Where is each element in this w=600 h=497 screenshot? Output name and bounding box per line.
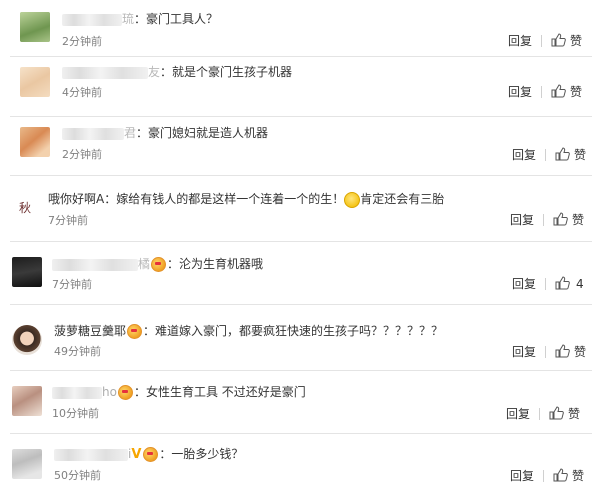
divider: [541, 86, 542, 98]
member-badge-icon: [151, 257, 167, 272]
username-tail[interactable]: i: [128, 447, 131, 461]
comment-item: 橘 ：沦为生育机器哦 7分钟前 回复 4: [0, 242, 600, 302]
member-badge-icon: [117, 385, 133, 400]
comment-text: ：女性生育工具 不过还好是豪门: [133, 385, 306, 399]
comment-text-continued: 肯定还会有三胎: [360, 192, 445, 206]
like-button[interactable]: 赞: [572, 212, 584, 228]
comment-item: iV ：一胎多少钱？ 50分钟前 回复 赞: [0, 434, 600, 497]
thumbs-up-icon[interactable]: [551, 33, 566, 47]
thumbs-up-icon[interactable]: [555, 276, 570, 290]
avatar[interactable]: [20, 67, 50, 97]
like-button[interactable]: 赞: [568, 406, 580, 422]
thumbs-up-icon[interactable]: [555, 344, 570, 358]
avatar[interactable]: [12, 449, 42, 479]
avatar-text: 秋: [18, 200, 31, 215]
blurred-username[interactable]: [62, 13, 122, 26]
comment-text: ：沦为生育机器哦: [167, 257, 264, 271]
comment-line: 菠萝糖豆羹耶 ：难道嫁入豪门，都要疯狂快速的生孩子吗？？？？？？: [54, 323, 443, 339]
comment-text: ：豪门工具人？: [134, 12, 219, 26]
thumbs-up-icon[interactable]: [553, 212, 568, 226]
username[interactable]: 菠萝糖豆羹耶: [54, 324, 126, 338]
reply-button[interactable]: 回复: [506, 406, 530, 422]
comment-line: iV ：一胎多少钱？: [54, 446, 243, 463]
member-badge-icon: [127, 324, 143, 339]
avatar[interactable]: 秋: [10, 192, 40, 222]
timestamp: 7分钟前: [52, 278, 92, 291]
timestamp: 49分钟前: [54, 345, 101, 358]
comment-item: 友：就是个豪门生孩子机器 4分钟前 回复 赞: [0, 57, 600, 116]
timestamp: 2分钟前: [62, 35, 102, 48]
sweat-smile-emoji-icon: [344, 191, 361, 208]
username-tail[interactable]: ho: [102, 385, 117, 399]
timestamp: 4分钟前: [62, 86, 102, 99]
username-tail[interactable]: 友: [148, 65, 160, 79]
reply-button[interactable]: 回复: [512, 147, 536, 163]
username-tail[interactable]: 橘: [138, 257, 150, 271]
avatar[interactable]: [12, 325, 42, 355]
comment-text: ：豪门媳妇就是造人机器: [136, 126, 269, 140]
reply-button[interactable]: 回复: [510, 468, 534, 484]
comment-text: ：一胎多少钱？: [159, 447, 244, 461]
blurred-username[interactable]: [62, 66, 148, 79]
thumbs-up-icon[interactable]: [553, 468, 568, 482]
comment-line: 橘 ：沦为生育机器哦: [52, 256, 263, 272]
comment-text: ：嫁给有钱人的都是这样一个连着一个的生！: [104, 192, 345, 206]
reply-button[interactable]: 回复: [508, 33, 532, 49]
like-button[interactable]: 赞: [574, 344, 586, 360]
divider: [545, 346, 546, 358]
divider: [543, 470, 544, 482]
comment-item: 琉：豪门工具人？ 2分钟前 回复 赞: [0, 0, 600, 56]
timestamp: 50分钟前: [54, 469, 101, 482]
comment-line: 君：豪门媳妇就是造人机器: [62, 125, 268, 141]
vip-v-icon: V: [131, 446, 142, 462]
blurred-username[interactable]: [52, 258, 138, 271]
divider: [539, 408, 540, 420]
avatar[interactable]: [20, 12, 50, 42]
like-button[interactable]: 赞: [574, 147, 586, 163]
comment-item: 秋 哦你好啊A：嫁给有钱人的都是这样一个连着一个的生！ 肯定还会有三胎 7分钟前 …: [0, 176, 600, 236]
comment-item: 菠萝糖豆羹耶 ：难道嫁入豪门，都要疯狂快速的生孩子吗？？？？？？ 49分钟前 回复…: [0, 305, 600, 369]
thumbs-up-icon[interactable]: [555, 147, 570, 161]
avatar[interactable]: [12, 257, 42, 287]
like-button[interactable]: 赞: [570, 84, 582, 100]
avatar[interactable]: [20, 127, 50, 157]
thumbs-up-icon[interactable]: [551, 84, 566, 98]
blurred-username[interactable]: [62, 127, 124, 140]
like-button[interactable]: 赞: [570, 33, 582, 49]
reply-button[interactable]: 回复: [512, 276, 536, 292]
comment-line: 琉：豪门工具人？: [62, 11, 218, 27]
timestamp: 10分钟前: [52, 407, 99, 420]
comment-line: 哦你好啊A：嫁给有钱人的都是这样一个连着一个的生！ 肯定还会有三胎: [48, 191, 444, 208]
timestamp: 2分钟前: [62, 148, 102, 161]
comment-line: 友：就是个豪门生孩子机器: [62, 64, 292, 80]
avatar[interactable]: [12, 386, 42, 416]
comment-text: ：难道嫁入豪门，都要疯狂快速的生孩子吗？？？？？？: [143, 324, 444, 338]
comment-text: ：就是个豪门生孩子机器: [160, 65, 293, 79]
blurred-username[interactable]: [52, 386, 102, 399]
like-count[interactable]: 4: [576, 276, 584, 292]
blurred-username[interactable]: [54, 448, 128, 461]
reply-button[interactable]: 回复: [508, 84, 532, 100]
reply-button[interactable]: 回复: [512, 344, 536, 360]
comment-line: ho ：女性生育工具 不过还好是豪门: [52, 384, 306, 400]
divider: [545, 278, 546, 290]
thumbs-up-icon[interactable]: [549, 406, 564, 420]
like-button[interactable]: 赞: [572, 468, 584, 484]
comment-item: ho ：女性生育工具 不过还好是豪门 10分钟前 回复 赞: [0, 371, 600, 432]
comment-item: 君：豪门媳妇就是造人机器 2分钟前 回复 赞: [0, 117, 600, 175]
timestamp: 7分钟前: [48, 214, 88, 227]
divider: [545, 149, 546, 161]
username-tail[interactable]: 琉: [122, 12, 134, 26]
username-tail[interactable]: 君: [124, 126, 136, 140]
reply-button[interactable]: 回复: [510, 212, 534, 228]
divider: [543, 214, 544, 226]
divider: [541, 35, 542, 47]
member-badge-icon: [143, 447, 159, 462]
username[interactable]: 哦你好啊A: [48, 192, 104, 206]
